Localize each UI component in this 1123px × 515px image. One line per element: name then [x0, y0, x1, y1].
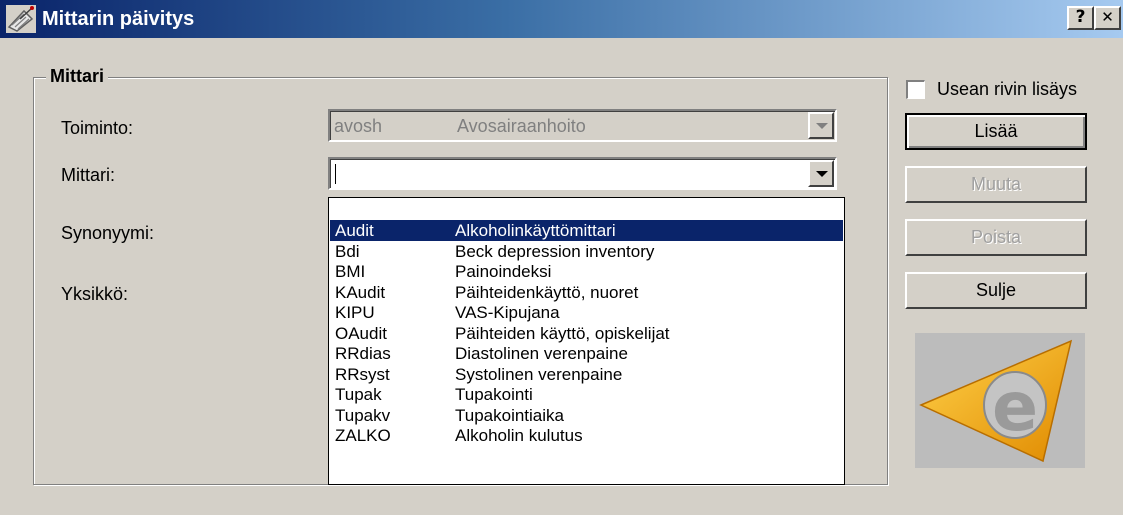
chevron-down-icon — [816, 123, 828, 129]
dropdown-item-name: Päihteidenkäyttö, nuoret — [455, 282, 639, 302]
dropdown-item-code: RRdias — [335, 344, 391, 363]
yksikko-label: Yksikkö: — [61, 284, 129, 304]
e-logo: e — [915, 333, 1085, 468]
toiminto-code: avosh — [334, 116, 383, 136]
dropdown-item-code: BMI — [335, 262, 366, 281]
dropdown-item-code: Bdi — [335, 241, 360, 261]
dropdown-item-code: Tupakv — [335, 405, 391, 425]
dropdown-item-name: Alkoholinkäyttömittari — [455, 221, 616, 240]
dropdown-item-name: Päihteiden käyttö, opiskelijat — [455, 323, 670, 343]
dropdown-item-name: Beck depression inventory — [455, 241, 655, 261]
satellite-dish-icon — [6, 5, 36, 33]
dropdown-item-name: Painoindeksi — [455, 262, 552, 281]
dropdown-item[interactable]: OAudit Päihteiden käyttö, opiskelijat — [330, 323, 843, 344]
dropdown-item-code: KAudit — [335, 282, 386, 302]
toiminto-name: Avosairaanhoito — [457, 116, 586, 136]
dropdown-item-name: Alkoholin kulutus — [455, 426, 583, 445]
dropdown-item-code: Tupak — [335, 385, 382, 404]
dropdown-item-name: Tupakointiaika — [455, 405, 564, 425]
add-button[interactable]: Lisää — [905, 113, 1087, 150]
mittari-label: Mittari: — [61, 165, 115, 185]
dropdown-item-name: VAS-Kipujana — [455, 303, 560, 322]
multi-row-checkbox[interactable] — [906, 80, 925, 99]
toiminto-label: Toiminto: — [61, 118, 134, 138]
dropdown-item[interactable]: RRsyst Systolinen verenpaine — [330, 364, 843, 385]
synonyymi-label: Synonyymi: — [61, 223, 155, 243]
dropdown-item-code: Audit — [335, 221, 374, 240]
window-title: Mittarin päivitys — [42, 8, 195, 30]
svg-text:e: e — [992, 368, 1038, 447]
close-window-button[interactable]: ✕ — [1094, 6, 1121, 30]
edit-button[interactable]: Muuta — [905, 166, 1087, 203]
dropdown-item[interactable]: KAudit Päihteidenkäyttö, nuoret — [330, 282, 843, 303]
dropdown-item-code: KIPU — [335, 303, 375, 322]
chevron-down-icon — [816, 171, 828, 177]
text-caret — [335, 164, 336, 184]
dropdown-item[interactable]: Audit Alkoholinkäyttömittari — [330, 220, 843, 241]
dropdown-item[interactable]: BMI Painoindeksi — [330, 261, 843, 282]
delete-button[interactable]: Poista — [905, 219, 1087, 256]
mittari-dropdown-list[interactable]: Audit Alkoholinkäyttömittari Bdi Beck depre… — [328, 197, 845, 485]
toiminto-combobox: avosh Avosairaanhoito — [328, 109, 837, 142]
dropdown-item-name: Systolinen verenpaine — [455, 364, 623, 384]
dropdown-item[interactable]: Bdi Beck depression inventory — [330, 241, 843, 262]
dropdown-item[interactable]: RRdias Diastolinen verenpaine — [330, 343, 843, 364]
mittari-combobox[interactable] — [328, 157, 837, 190]
mittari-dropdown-button[interactable] — [808, 160, 834, 187]
dropdown-item[interactable]: Tupak Tupakointi — [330, 384, 843, 405]
dropdown-item-code: ZALKO — [335, 426, 391, 445]
dropdown-item[interactable]: KIPU VAS-Kipujana — [330, 302, 843, 323]
dropdown-item-name: Tupakointi — [455, 385, 533, 404]
dropdown-item[interactable]: Tupakv Tupakointiaika — [330, 405, 843, 426]
close-button[interactable]: Sulje — [905, 272, 1087, 309]
dropdown-item-name: Diastolinen verenpaine — [455, 344, 628, 363]
dropdown-item-code: RRsyst — [335, 364, 390, 384]
groupbox-legend: Mittari — [46, 64, 108, 88]
dropdown-item-code: OAudit — [335, 323, 387, 343]
toiminto-dropdown-button — [808, 112, 834, 139]
dropdown-item[interactable]: ZALKO Alkoholin kulutus — [330, 425, 843, 446]
help-button[interactable]: ? — [1067, 6, 1094, 30]
multi-row-label[interactable]: Usean rivin lisäys — [937, 77, 1077, 101]
